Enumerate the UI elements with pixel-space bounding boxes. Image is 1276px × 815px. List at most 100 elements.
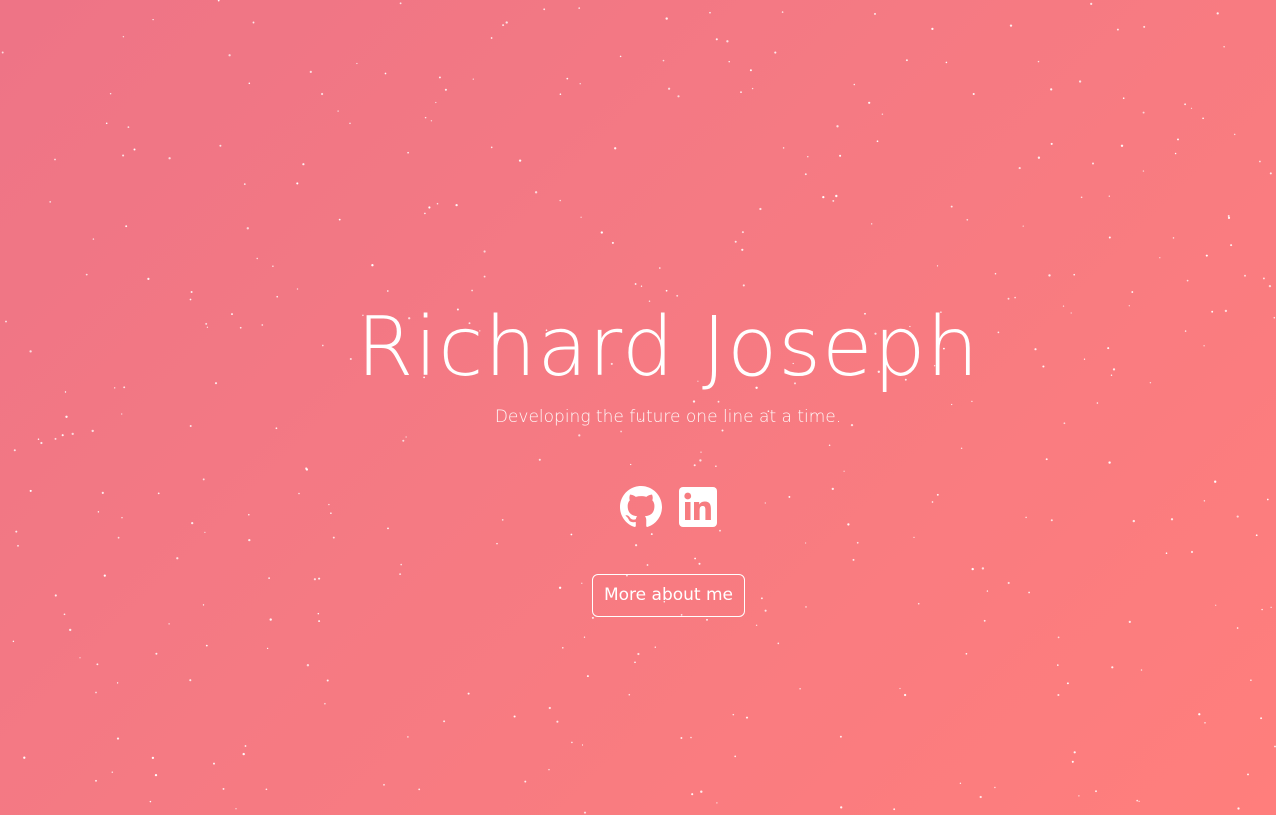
star-dot [248, 513, 250, 516]
star-dot [298, 492, 300, 495]
star-dot [965, 652, 968, 655]
github-link[interactable] [620, 486, 662, 528]
star-dot [917, 602, 920, 605]
star-dot [1223, 46, 1225, 48]
star-dot [571, 741, 573, 744]
star-dot [726, 40, 729, 43]
star-dot [1186, 279, 1189, 282]
star-dot [700, 790, 703, 793]
star-dot [570, 533, 573, 536]
star-dot [548, 706, 551, 710]
star-dot [1215, 604, 1217, 606]
star-dot [202, 604, 205, 606]
star-dot [248, 82, 251, 85]
star-dot [856, 541, 859, 544]
star-dot [581, 744, 584, 746]
star-dot [662, 59, 665, 62]
star-dot [630, 463, 632, 466]
star-dot [698, 562, 701, 565]
star-dot [936, 493, 939, 496]
star-dot [693, 464, 696, 467]
star-dot [97, 511, 100, 513]
star-dot [717, 400, 720, 403]
star-dot [534, 191, 538, 194]
star-dot [1095, 790, 1097, 793]
star-dot [868, 101, 871, 104]
star-dot [467, 692, 470, 695]
star-dot [330, 512, 332, 514]
star-dot [1142, 111, 1145, 114]
star-dot [1190, 550, 1194, 554]
github-icon [620, 486, 662, 527]
star-dot [876, 140, 879, 143]
star-dot [960, 447, 963, 450]
star-dot [1177, 138, 1179, 141]
star-dot [321, 92, 324, 96]
star-dot [296, 182, 299, 185]
star-dot [305, 468, 309, 471]
star-dot [438, 76, 441, 79]
star-dot [407, 736, 409, 738]
star-dot [994, 272, 997, 275]
more-about-me-button[interactable]: More about me [592, 574, 745, 617]
star-dot [578, 434, 581, 437]
star-dot [972, 92, 975, 96]
star-dot [1007, 581, 1010, 585]
star-dot [881, 113, 884, 115]
star-dot [721, 429, 724, 432]
star-dot [1250, 679, 1252, 681]
hero-tagline: Developing the future one line at a time… [494, 407, 842, 427]
star-dot [764, 609, 767, 612]
star-dot [847, 523, 850, 526]
star-dot [418, 788, 421, 791]
star-dot [302, 163, 305, 166]
star-dot [831, 487, 834, 491]
star-dot [265, 788, 268, 791]
star-dot [71, 432, 74, 436]
star-dot [583, 811, 587, 814]
star-dot [133, 148, 136, 151]
star-dot [559, 199, 561, 202]
star-dot [936, 265, 939, 267]
star-dot [781, 11, 784, 13]
star-dot [79, 657, 81, 659]
star-dot [611, 241, 614, 244]
star-dot [157, 492, 160, 495]
hero-name: Richard Joseph [356, 300, 980, 395]
star-dot [383, 783, 385, 786]
star-dot [435, 101, 437, 104]
star-dot [1037, 60, 1040, 63]
star-dot [1073, 273, 1076, 276]
star-dot [945, 61, 948, 64]
star-dot [828, 444, 831, 447]
star-dot [127, 126, 130, 128]
star-dot [852, 558, 855, 561]
star-dot [1143, 25, 1146, 28]
star-dot [49, 201, 52, 203]
star-dot [1073, 751, 1076, 754]
star-dot [832, 199, 835, 202]
linkedin-link[interactable] [678, 486, 720, 528]
star-dot [248, 538, 251, 542]
star-dot [256, 257, 258, 260]
star-dot [1057, 693, 1060, 697]
star-dot [853, 83, 856, 86]
star-dot [1227, 215, 1230, 217]
star-dot [788, 495, 791, 498]
star-dot [1132, 519, 1135, 523]
star-dot [840, 806, 843, 809]
star-dot [716, 802, 718, 804]
star-dot [424, 212, 426, 215]
star-dot [455, 203, 458, 207]
star-dot [1057, 664, 1059, 666]
star-dot [1269, 172, 1272, 175]
star-dot [804, 173, 807, 176]
star-dot [326, 679, 329, 682]
star-dot [1111, 666, 1114, 669]
star-dot [386, 290, 389, 292]
star-dot [23, 756, 26, 759]
star-dot [931, 27, 934, 31]
star-dot [1266, 498, 1269, 501]
star-dot [755, 624, 758, 627]
star-dot [1244, 274, 1246, 277]
